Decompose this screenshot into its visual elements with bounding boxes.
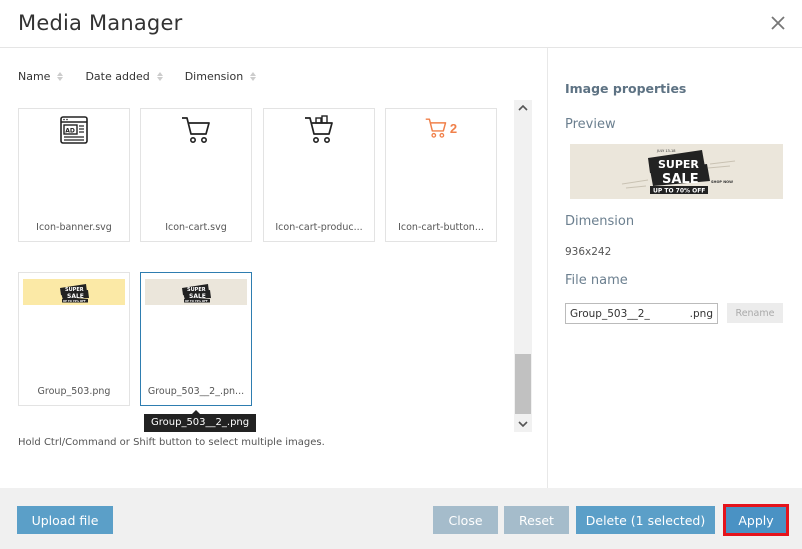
sort-arrows-icon: [250, 71, 257, 81]
preview-label: Preview: [565, 117, 616, 132]
sort-bar: Name Date added Dimension: [18, 68, 278, 84]
banner-tag: JULY 13-18: [656, 149, 676, 153]
filename-value: Group_503__2_: [570, 307, 650, 320]
grid-scrollbar[interactable]: [514, 100, 532, 432]
file-name: Icon-cart-button...: [398, 222, 484, 233]
file-name: Group_503.png: [37, 386, 111, 397]
upload-file-button[interactable]: Upload file: [17, 506, 113, 534]
dimension-label: Dimension: [565, 214, 635, 229]
file-tile[interactable]: Icon-cart-produc...: [263, 108, 375, 242]
file-name: Icon-banner.svg: [36, 222, 112, 233]
cart-icon: [141, 109, 251, 219]
sort-arrows-icon: [156, 71, 163, 81]
dialog-footer: Upload file Close Reset Delete (1 select…: [0, 488, 802, 549]
banner-line3: UP TO 70% OFF: [63, 299, 86, 303]
file-name: Group_503__2_.pn...: [147, 386, 245, 397]
sort-label: Name: [18, 69, 51, 83]
sort-label: Date added: [85, 69, 150, 83]
delete-button[interactable]: Delete (1 selected): [576, 506, 715, 534]
sort-arrows-icon: [57, 71, 64, 81]
file-tile[interactable]: Icon-cart.svg: [140, 108, 252, 242]
banner-line3: UP TO 70% OFF: [185, 299, 208, 303]
file-tile[interactable]: 2 Icon-cart-button...: [385, 108, 497, 242]
sort-by-dimension[interactable]: Dimension: [184, 68, 257, 84]
file-name: Icon-cart.svg: [165, 222, 227, 233]
file-tile-selected[interactable]: SUPER SALE UP TO 70% OFF Group_503__2_.p…: [140, 272, 252, 406]
apply-button[interactable]: Apply: [726, 507, 786, 533]
banner-line2: SALE: [189, 293, 206, 300]
filename-tooltip: Group_503__2_.png: [144, 410, 257, 432]
dimension-value: 936x242: [565, 246, 612, 258]
scroll-down-icon[interactable]: [514, 416, 532, 432]
banner-line3: UP TO 70% OFF: [653, 188, 705, 195]
panel-divider: [547, 48, 548, 488]
properties-title: Image properties: [565, 81, 687, 96]
multi-select-hint: Hold Ctrl/Command or Shift button to sel…: [18, 437, 325, 448]
filename-extension: .png: [689, 307, 713, 320]
file-grid: AD Icon-banner.svg Icon-cart.svg Icon-ca…: [16, 100, 514, 432]
dialog-header: Media Manager: [0, 0, 802, 48]
filename-input[interactable]: Group_503__2_ .png: [565, 303, 718, 324]
svg-text:AD: AD: [65, 128, 75, 135]
file-tile[interactable]: SUPER SALE UP TO 70% OFF Group_503.png: [18, 272, 130, 406]
banner-line2: SALE: [662, 172, 699, 187]
dialog-title: Media Manager: [18, 11, 183, 35]
file-name: Icon-cart-produc...: [275, 222, 363, 233]
image-preview: JULY 13-18 SUPER SALE UP TO 70% OFF SHOP…: [570, 144, 783, 199]
banner-shop: SHOP NOW: [711, 180, 733, 184]
sale-banner-yellow: SUPER SALE UP TO 70% OFF: [19, 273, 129, 383]
cart-product-icon: [264, 109, 374, 219]
filename-label: File name: [565, 273, 628, 288]
banner-line1: SUPER: [658, 158, 699, 171]
close-button[interactable]: Close: [433, 506, 498, 534]
file-tile[interactable]: AD Icon-banner.svg: [18, 108, 130, 242]
scroll-thumb[interactable]: [515, 354, 531, 414]
banner-line2: SALE: [67, 293, 84, 300]
sale-banner-beige: SUPER SALE UP TO 70% OFF: [141, 273, 251, 383]
sort-by-name[interactable]: Name: [18, 68, 64, 84]
cart-button-icon: 2: [386, 109, 496, 219]
scroll-up-icon[interactable]: [514, 100, 532, 116]
apply-button-highlight: Apply: [723, 504, 789, 536]
reset-button[interactable]: Reset: [504, 506, 569, 534]
sort-by-date[interactable]: Date added: [85, 68, 163, 84]
cart-badge: 2: [449, 120, 458, 136]
sort-label: Dimension: [184, 69, 244, 83]
close-icon[interactable]: [768, 12, 788, 34]
banner-icon: AD: [19, 109, 129, 219]
rename-button[interactable]: Rename: [727, 303, 783, 323]
